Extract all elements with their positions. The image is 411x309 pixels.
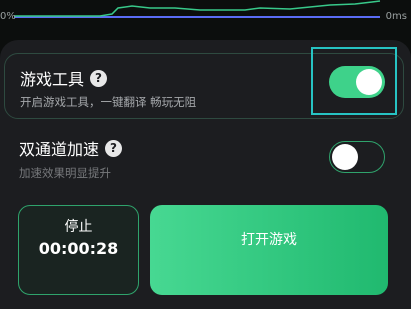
loss-axis-label: 0% [0,11,16,22]
toggle-knob [356,69,382,95]
help-icon[interactable]: ? [90,69,108,87]
stop-label: 停止 [64,219,93,235]
latency-chart: 0% 0ms [0,0,411,34]
game-tools-toggle[interactable] [329,66,385,98]
game-tools-title: 游戏工具 [20,70,85,89]
stop-button[interactable]: 停止 00:00:28 [18,205,139,295]
toggle-knob [332,144,358,170]
latency-line [14,0,381,17]
elapsed-timer: 00:00:28 [38,239,119,258]
latency-chart-lines [14,0,381,18]
help-icon[interactable]: ? [105,139,123,157]
latency-axis-label: 0ms [385,11,407,22]
dual-channel-title-group: 双通道加速 ? [19,136,123,160]
dual-channel-toggle[interactable] [329,141,385,173]
game-tools-title-group: 游戏工具 ? [20,66,108,90]
game-tools-subtitle: 开启游戏工具，一键翻译 畅玩无阻 [20,95,197,109]
open-game-button[interactable]: 打开游戏 [150,205,388,295]
dual-channel-title: 双通道加速 [19,140,100,159]
open-game-label: 打开游戏 [241,232,297,248]
dual-channel-subtitle: 加速效果明显提升 [19,166,111,180]
